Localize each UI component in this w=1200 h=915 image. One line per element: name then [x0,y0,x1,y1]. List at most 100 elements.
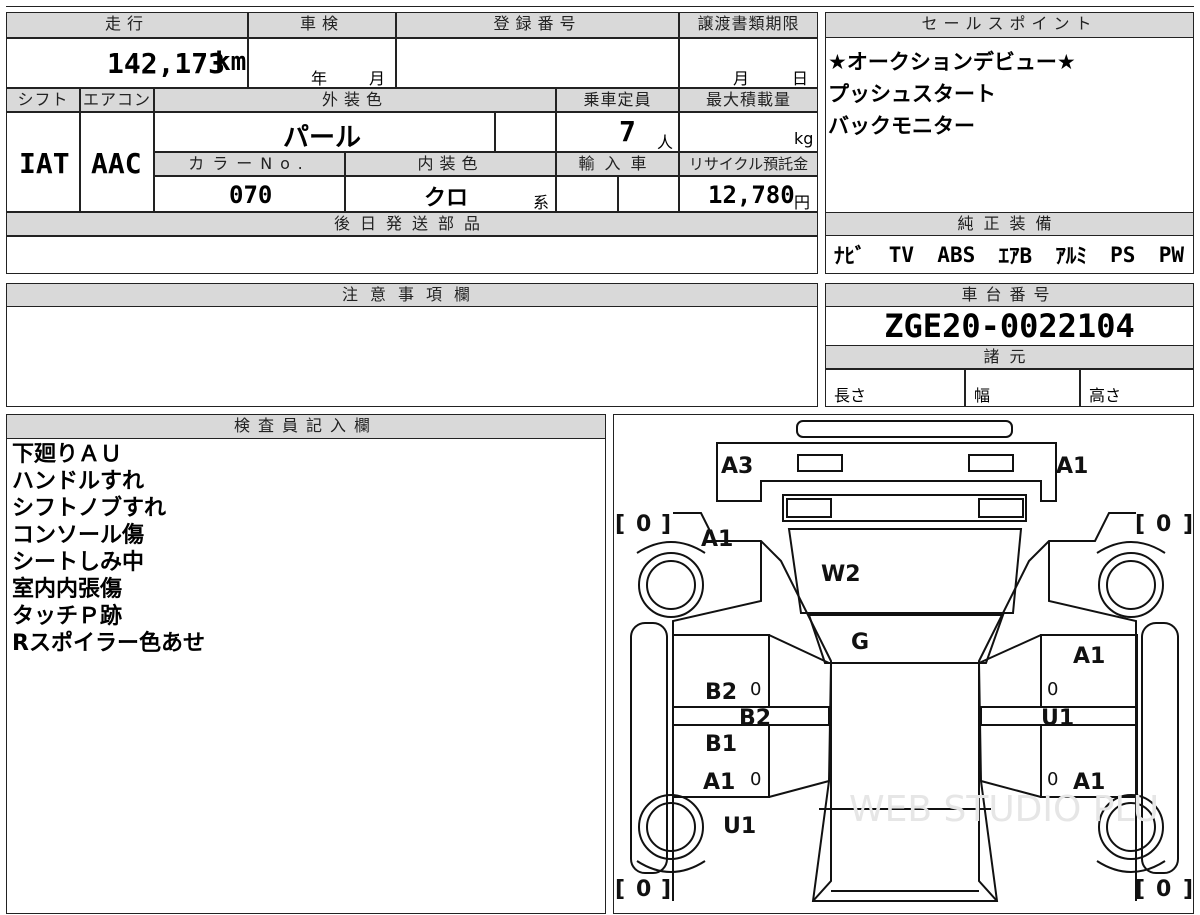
tread-bracket-close: ] [1183,512,1193,537]
tire-front-left [638,794,704,860]
tread-bracket-open: [ [1135,512,1145,537]
import-cell-left [556,176,618,212]
notes-header: 注意事項欄 [6,283,818,307]
door-zero-mark: 0 [1047,679,1058,700]
recycle-fee-cell: 12,780 円 [679,176,818,212]
inspector-note: シートしみ中 [12,550,145,575]
mileage-unit: km [215,47,247,77]
tire-rear-right [1098,552,1164,618]
inspector-note: 下廻りＡＵ [12,442,123,467]
inspector-note: コンソール傷 [12,523,145,548]
right-rocker [1141,622,1179,874]
equipment-navi: ﾅﾋﾞ [834,244,866,268]
color-number-value: 070 [229,181,273,209]
door-zero-mark: 0 [750,679,761,700]
interior-color-header: 内装色 [345,152,556,176]
exterior-color-value: パール [283,123,362,153]
mark-door-left-lower: B1 [705,732,737,757]
door-zero-mark: 0 [750,769,761,790]
equipment-header: 純正装備 [825,212,1194,236]
car-diagram: WEB STUDIO PLU A3 A1 A1 W2 G B2 B2 B1 A1… [615,420,1193,902]
rear-lamp-left [797,454,843,472]
mark-door-left-upper: B2 [705,680,737,705]
aircon-cell: AAC [80,112,154,212]
import-header: 輸入車 [556,152,679,176]
tire-tread-rear-left: 0 [636,512,651,537]
sales-point-line: ★オークションデビュー★ [828,50,1076,74]
registration-header: 登録番号 [396,12,679,38]
tread-bracket-open: [ [615,877,625,902]
recycle-fee-unit: 円 [794,193,811,212]
inspector-note: シフトノブすれ [12,496,167,521]
tire-tread-rear-right: 0 [1156,512,1171,537]
shaken-year: 年 [311,69,328,88]
clipped-top-strip [6,0,1194,7]
roof [807,614,1005,664]
later-parts-header: 後日発送部品 [6,212,818,236]
equipment-airbag: ｴｱB [998,244,1033,268]
mark-rocker-right: A1 [1073,770,1105,795]
capacity-header: 乗車定員 [556,88,679,112]
width-label: 幅 [974,386,991,405]
recycle-fee-header: リサイクル預託金 [679,152,818,176]
sales-points-header: セールスポイント [825,12,1194,38]
inspector-note: ハンドルすれ [12,469,145,494]
mark-pillar-left: B2 [739,706,771,731]
max-load-cell: kg [679,112,818,152]
chassis-number: ZGE20-0022104 [884,307,1135,345]
mark-pillar-right: U1 [1041,706,1074,731]
sales-point-line: プッシュスタート [828,82,996,106]
exterior-color-extra-cell [495,112,556,152]
interior-color-cell: クロ 系 [345,176,556,212]
color-number-cell: 070 [154,176,345,212]
mark-rear-right: A1 [1056,454,1088,479]
equipment-abs: ABS [937,243,976,267]
recycle-fee-value: 12,780 [708,181,795,209]
shift-cell: IAT [6,112,80,212]
chassis-header: 車台番号 [825,283,1194,307]
length-label: 長さ [834,386,867,405]
aircon-value: AAC [91,147,142,180]
mark-roof: G [851,630,869,655]
shift-value: IAT [19,147,70,180]
rear-lamp-right [968,454,1014,472]
capacity-unit: 人 [657,133,674,152]
aircon-header: エアコン [80,88,154,112]
sales-point-line: バックモニター [828,114,975,138]
tire-tread-front-right: 0 [1156,877,1171,902]
mark-rocker-left: A1 [703,770,735,795]
inspector-note: 室内内張傷 [12,577,123,602]
max-load-header: 最大積載量 [679,88,818,112]
equipment-ps: PS [1110,243,1136,267]
mark-door-right-upper: A1 [1073,644,1105,669]
mark-rear-glass: W2 [821,562,861,587]
width-cell: 幅 [965,369,1080,407]
equipment-row: ﾅﾋﾞ TV ABS ｴｱB ｱﾙﾐ PS PW [828,236,1190,274]
tread-bracket-open: [ [615,512,625,537]
mileage-header: 走行 [6,12,248,38]
transfer-month: 月 [733,69,750,88]
inspector-header: 検査員記入欄 [6,414,606,439]
height-label: 高さ [1089,386,1122,405]
capacity-cell: 7 人 [556,112,679,152]
shaken-cell: 年 月 [248,38,396,88]
spec-header: 諸元 [825,345,1194,369]
tire-rear-left [638,552,704,618]
interior-color-value: クロ [424,186,469,211]
mark-rear-left: A3 [721,454,753,479]
interior-color-suffix: 系 [533,193,550,212]
mark-front-left: U1 [723,814,756,839]
rear-spoiler [796,420,1013,438]
later-parts-cell [6,236,818,274]
mileage-cell: 142,173 km [6,38,248,88]
length-cell: 長さ [825,369,965,407]
tread-bracket-open: [ [1135,877,1145,902]
transfer-deadline-cell: 月 日 [679,38,818,88]
equipment-alloy: ｱﾙﾐ [1055,244,1087,268]
transfer-day: 日 [792,69,809,88]
height-cell: 高さ [1080,369,1194,407]
inspector-note: タッチＰ跡 [12,604,123,629]
exterior-color-cell: パール [154,112,495,153]
color-number-header: カラーNo. [154,152,345,176]
mark-quarter-left: A1 [701,527,733,552]
